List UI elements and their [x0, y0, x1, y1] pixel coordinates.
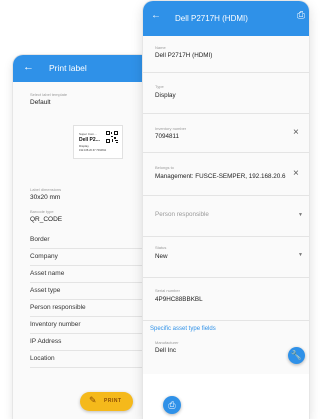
belongs-to-field[interactable]: Belongs to Management: FUSCE-SEMPER, 192…: [143, 153, 309, 196]
bottom-panel: ⎙: [143, 374, 309, 419]
name-value: Dell P2717H (HDMI): [155, 52, 213, 59]
chevron-down-icon: ▼: [298, 252, 303, 258]
template-label: Select label template: [30, 92, 68, 97]
preview-ip-inventory: 192.168.20.67 7094811: [79, 149, 107, 152]
status-value: New: [155, 253, 168, 260]
print-button-label: PRINT: [104, 398, 122, 404]
name-label: Name: [155, 45, 166, 50]
barcode-type-label: Barcode type: [30, 209, 54, 214]
print-label-title: Print label: [49, 63, 87, 73]
clear-belongs-to-icon[interactable]: ×: [293, 168, 299, 179]
asset-detail-screen: ← Dell P2717H (HDMI) ⎙ Name Dell P2717H …: [143, 1, 309, 419]
serial-number-label: Serial number: [155, 288, 180, 293]
option-label: Company: [30, 253, 58, 260]
qr-code-icon: [106, 131, 118, 143]
option-inventory-number[interactable]: Inventory number: [30, 316, 158, 334]
template-value: Default: [30, 99, 51, 106]
wrench-icon[interactable]: 🔧: [288, 347, 305, 364]
specific-fields-header: Specific asset type fields: [150, 326, 216, 332]
person-responsible-placeholder: Person responsible: [155, 211, 209, 218]
dimensions-label: Label dimensions: [30, 187, 62, 192]
option-label: Location: [30, 355, 55, 362]
label-preview: Super Com... Dell P2... Display 192.168.…: [73, 125, 123, 159]
option-asset-name[interactable]: Asset name: [30, 265, 158, 283]
option-label: Inventory number: [30, 321, 81, 328]
print-button[interactable]: ✎ PRINT: [80, 392, 133, 411]
inventory-value: 7094811: [155, 133, 180, 140]
serial-number-field[interactable]: Serial number 4P9HC88BBKBL: [143, 278, 309, 321]
option-location[interactable]: Location: [30, 350, 158, 368]
clear-inventory-icon[interactable]: ×: [293, 127, 299, 138]
type-field[interactable]: Type Display: [143, 73, 309, 114]
arrow-left-icon[interactable]: ←: [151, 10, 161, 21]
dimensions-value: 30x20 mm: [30, 194, 61, 201]
option-label: IP Address: [30, 338, 62, 345]
option-label: Person responsible: [30, 304, 86, 311]
inventory-label: Inventory number: [155, 126, 187, 131]
manufacturer-value: Dell Inc: [155, 347, 176, 354]
option-label: Asset name: [30, 270, 65, 277]
person-responsible-field[interactable]: Person responsible ▼: [143, 196, 309, 237]
option-border[interactable]: Border: [30, 231, 158, 249]
manufacturer-field[interactable]: Manufacturer Dell Inc: [143, 335, 309, 361]
serial-number-value: 4P9HC88BBKBL: [155, 296, 203, 303]
preview-company: Super Com...: [79, 132, 97, 136]
belongs-to-label: Belongs to: [155, 165, 174, 170]
option-label: Asset type: [30, 287, 61, 294]
printer-fab-icon[interactable]: ⎙: [163, 396, 181, 414]
print-icon: ✎: [89, 395, 97, 405]
option-person-responsible[interactable]: Person responsible: [30, 299, 158, 317]
inventory-field[interactable]: Inventory number 7094811 ×: [143, 114, 309, 153]
barcode-type-value: QR_CODE: [30, 216, 63, 223]
asset-title: Dell P2717H (HDMI): [175, 14, 248, 23]
option-label: Border: [30, 236, 50, 243]
name-field[interactable]: Name Dell P2717H (HDMI): [143, 36, 309, 73]
asset-app-bar: ← Dell P2717H (HDMI) ⎙: [143, 1, 309, 36]
status-label: Status: [155, 245, 167, 250]
type-value: Display: [155, 92, 176, 99]
chevron-down-icon: ▼: [298, 212, 303, 218]
preview-asset-type: Display: [79, 144, 89, 148]
manufacturer-label: Manufacturer: [155, 340, 179, 345]
arrow-left-icon[interactable]: ←: [23, 61, 34, 73]
option-ip-address[interactable]: IP Address: [30, 333, 158, 351]
status-field[interactable]: Status New ▼: [143, 237, 309, 278]
option-asset-type[interactable]: Asset type: [30, 282, 158, 300]
belongs-to-value: Management: FUSCE-SEMPER, 192.168.20.6: [155, 173, 286, 180]
option-company[interactable]: Company: [30, 248, 158, 266]
printer-icon[interactable]: ⎙: [297, 10, 305, 21]
type-label: Type: [155, 84, 164, 89]
preview-asset-name: Dell P2...: [79, 137, 100, 143]
